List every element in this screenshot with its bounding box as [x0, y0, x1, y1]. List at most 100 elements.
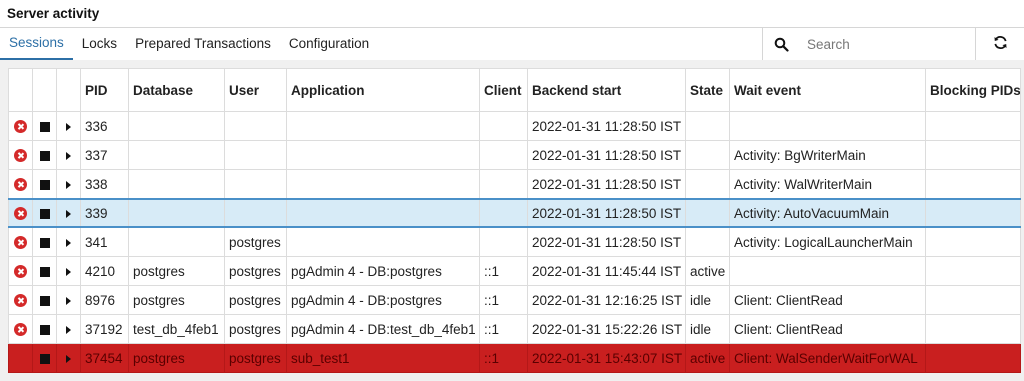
tab-prepared-transactions[interactable]: Prepared Transactions: [126, 28, 280, 60]
header-expand: [56, 68, 81, 112]
cell-wait-event: Client: ClientRead: [729, 285, 926, 315]
sessions-grid-area: PID Database User Application Client Bac…: [0, 60, 1024, 381]
cancel-query-cell: [8, 140, 33, 170]
table-row[interactable]: 339 2022-01-31 11:28:50 IST Activity: Auto…: [8, 198, 1021, 228]
cell-user: [224, 140, 287, 170]
terminate-session-cell: [32, 314, 57, 344]
table-row[interactable]: 37454 postgres postgres sub_test1::1 2022-01…: [8, 343, 1021, 373]
cancel-query-icon[interactable]: [14, 323, 27, 337]
cell-application: pgAdmin 4 - DB:test_db_4feb1: [286, 314, 480, 344]
column-header-pid[interactable]: PID: [80, 68, 129, 112]
table-row[interactable]: 341 postgres 2022-01-31 11:28:50 IST Activi…: [8, 226, 1021, 257]
column-header-user[interactable]: User: [224, 68, 287, 112]
cell-backend-start: 2022-01-31 15:22:26 IST: [527, 314, 686, 344]
cell-state: idle: [685, 285, 730, 315]
column-header-wait-event[interactable]: Wait event: [729, 68, 926, 112]
search-input[interactable]: [799, 36, 975, 52]
cell-user: postgres: [224, 285, 287, 315]
cell-pid: 8976: [80, 285, 129, 315]
cancel-query-cell: [8, 198, 33, 228]
refresh-icon: [993, 35, 1008, 53]
cell-backend-start: 2022-01-31 15:43:07 IST: [527, 343, 686, 373]
cell-state: [685, 226, 730, 257]
cancel-query-icon[interactable]: [14, 265, 27, 279]
cell-backend-start: 2022-01-31 11:28:50 IST: [527, 169, 686, 200]
cell-client: [479, 111, 528, 141]
cancel-query-icon[interactable]: [14, 178, 27, 192]
toolbar: Sessions Locks Prepared Transactions Con…: [0, 28, 1024, 61]
cancel-query-icon[interactable]: [14, 294, 27, 308]
cell-wait-event: [729, 256, 926, 286]
tab-sessions[interactable]: Sessions: [0, 28, 73, 60]
table-row[interactable]: 336 2022-01-31 11:28:50 IST: [8, 111, 1021, 141]
terminate-session-cell: [32, 343, 57, 373]
cell-blocking-pids: [925, 198, 1021, 228]
terminate-session-icon[interactable]: [39, 324, 50, 335]
expand-row-icon[interactable]: [66, 325, 71, 334]
refresh-button[interactable]: [975, 28, 1024, 60]
cancel-query-cell: [8, 111, 33, 141]
cell-user: postgres: [224, 343, 287, 373]
cell-client: ::1: [479, 343, 528, 373]
terminate-session-cell: [32, 111, 57, 141]
cell-blocking-pids: [925, 285, 1021, 315]
cell-client: [479, 226, 528, 257]
cell-pid: 37192: [80, 314, 129, 344]
cancel-query-icon[interactable]: [14, 120, 27, 134]
cell-user: postgres: [224, 256, 287, 286]
cell-backend-start: 2022-01-31 12:16:25 IST: [527, 285, 686, 315]
cell-backend-start: 2022-01-31 11:45:44 IST: [527, 256, 686, 286]
table-row[interactable]: 4210 postgres postgres pgAdmin 4 - DB:postg…: [8, 256, 1021, 286]
terminate-session-icon[interactable]: [39, 237, 50, 248]
cell-application: pgAdmin 4 - DB:postgres: [286, 256, 480, 286]
cancel-query-icon[interactable]: [14, 207, 27, 221]
cell-application: [286, 169, 480, 200]
expand-row-icon[interactable]: [66, 267, 71, 276]
table-row[interactable]: 337 2022-01-31 11:28:50 IST Activity: BgWr…: [8, 140, 1021, 170]
terminate-session-icon[interactable]: [39, 179, 50, 190]
cell-wait-event: Client: WalSenderWaitForWAL: [729, 343, 926, 373]
table-row[interactable]: 8976 postgres postgres pgAdmin 4 - DB:postg…: [8, 285, 1021, 315]
cell-user: [224, 198, 287, 228]
expand-row-icon[interactable]: [66, 122, 71, 131]
cancel-query-icon[interactable]: [14, 236, 27, 250]
expand-row-icon[interactable]: [66, 151, 71, 160]
table-row[interactable]: 37192 test_db_4feb1 postgres pgAdmin 4 - DB…: [8, 314, 1021, 344]
expand-row-cell: [56, 111, 81, 141]
column-header-state[interactable]: State: [685, 68, 730, 112]
tab-locks[interactable]: Locks: [73, 28, 126, 60]
cancel-query-icon[interactable]: [14, 149, 27, 163]
cell-user: postgres: [224, 226, 287, 257]
cell-pid: 341: [80, 226, 129, 257]
column-header-blocking-pids[interactable]: Blocking PIDs: [925, 68, 1021, 112]
expand-row-icon[interactable]: [66, 238, 71, 247]
cell-wait-event: Activity: BgWriterMain: [729, 140, 926, 170]
cell-client: [479, 198, 528, 228]
cell-wait-event: Activity: WalWriterMain: [729, 169, 926, 200]
column-header-application[interactable]: Application: [286, 68, 480, 112]
cell-pid: 337: [80, 140, 129, 170]
terminate-session-cell: [32, 285, 57, 315]
expand-row-icon[interactable]: [66, 296, 71, 305]
terminate-session-icon[interactable]: [39, 150, 50, 161]
table-row[interactable]: 338 2022-01-31 11:28:50 IST Activity: WalW…: [8, 169, 1021, 200]
tab-configuration[interactable]: Configuration: [280, 28, 378, 60]
cell-application: [286, 111, 480, 141]
column-header-backend-start[interactable]: Backend start: [527, 68, 686, 112]
expand-row-icon[interactable]: [66, 180, 71, 189]
column-header-client[interactable]: Client: [479, 68, 528, 112]
expand-row-cell: [56, 198, 81, 228]
expand-row-cell: [56, 226, 81, 257]
terminate-session-icon[interactable]: [39, 208, 50, 219]
expand-row-icon[interactable]: [66, 354, 71, 363]
terminate-session-icon[interactable]: [39, 121, 50, 132]
terminate-session-icon[interactable]: [39, 266, 50, 277]
cell-state: idle: [685, 314, 730, 344]
cell-user: postgres: [224, 314, 287, 344]
cell-pid: 339: [80, 198, 129, 228]
terminate-session-icon[interactable]: [39, 353, 50, 364]
column-header-database[interactable]: Database: [128, 68, 225, 112]
expand-row-icon[interactable]: [66, 209, 71, 218]
terminate-session-icon[interactable]: [39, 295, 50, 306]
cell-backend-start: 2022-01-31 11:28:50 IST: [527, 198, 686, 228]
